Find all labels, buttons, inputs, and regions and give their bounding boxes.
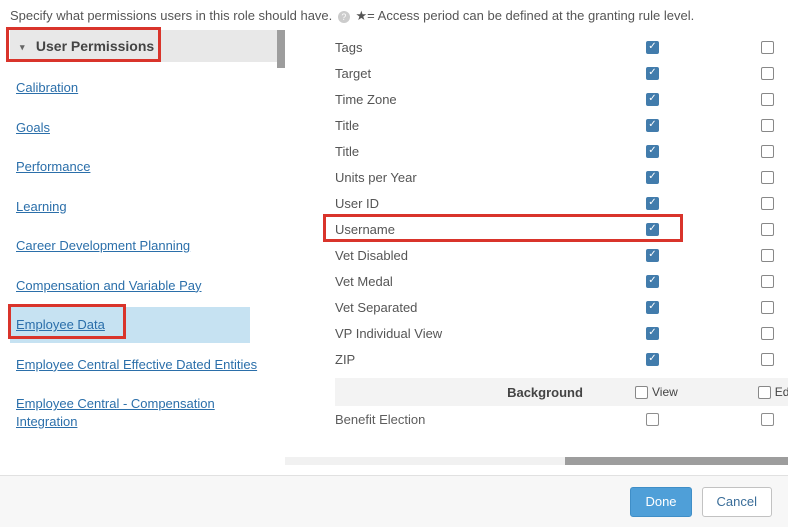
cancel-button-label: Cancel (717, 494, 757, 509)
done-button-label: Done (645, 494, 676, 509)
perm-view-checkbox[interactable] (646, 41, 659, 54)
perm-edit-checkbox[interactable] (761, 249, 774, 262)
perm-view-checkbox[interactable] (646, 119, 659, 132)
perm-edit-checkbox[interactable] (761, 327, 774, 340)
perm-row: Title (335, 112, 788, 138)
perm-label: User ID (335, 196, 635, 211)
perm-row: Vet Disabled (335, 242, 788, 268)
perm-view-checkbox[interactable] (646, 171, 659, 184)
perm-row: VP Individual View (335, 320, 788, 346)
perm-view-checkbox[interactable] (646, 223, 659, 236)
perm-row: User ID (335, 190, 788, 216)
sidebar-header[interactable]: ▾ User Permissions (10, 30, 285, 62)
helper-text: Specify what permissions users in this r… (0, 0, 788, 30)
help-icon[interactable]: ? (338, 11, 350, 23)
perm-label: ZIP (335, 352, 635, 367)
perm-view-checkbox[interactable] (646, 413, 659, 426)
cancel-button[interactable]: Cancel (702, 487, 772, 517)
sidebar-item-employee-central-effective-dated-entities[interactable]: Employee Central Effective Dated Entitie… (10, 347, 285, 383)
perm-label: Units per Year (335, 170, 635, 185)
perm-edit-checkbox[interactable] (761, 301, 774, 314)
perm-label: Title (335, 118, 635, 133)
perm-edit-checkbox[interactable] (761, 145, 774, 158)
horizontal-scrollbar-thumb[interactable] (565, 457, 788, 465)
horizontal-scrollbar-track[interactable] (285, 457, 788, 465)
perm-label: Tags (335, 40, 635, 55)
perm-row: Title (335, 138, 788, 164)
perm-edit-checkbox[interactable] (761, 413, 774, 426)
perm-label: Vet Disabled (335, 248, 635, 263)
perm-view-checkbox[interactable] (646, 197, 659, 210)
sidebar-item-compensation-and-variable-pay[interactable]: Compensation and Variable Pay (10, 268, 285, 304)
perm-row: ZIP (335, 346, 788, 372)
perm-edit-checkbox[interactable] (761, 223, 774, 236)
chevron-down-icon: ▾ (20, 42, 30, 53)
sidebar-item-career-development-planning[interactable]: Career Development Planning (10, 228, 285, 264)
perm-view-checkbox[interactable] (646, 249, 659, 262)
perm-row: Vet Medal (335, 268, 788, 294)
perm-label: Time Zone (335, 92, 635, 107)
done-button[interactable]: Done (630, 487, 691, 517)
sidebar: ▾ User Permissions Calibration GoalsPerfo… (0, 30, 285, 465)
perm-row: Time Zone (335, 86, 788, 112)
sidebar-item-calibration[interactable]: Calibration (10, 70, 285, 106)
perm-label: Target (335, 66, 635, 81)
helper-text-intro: Specify what permissions users in this r… (10, 8, 332, 23)
sidebar-scrollbar[interactable] (277, 30, 285, 68)
section-col1-label: View (652, 385, 678, 399)
sidebar-item-learning[interactable]: Learning (10, 189, 285, 225)
section-title: Background (335, 385, 635, 400)
perm-edit-checkbox[interactable] (761, 275, 774, 288)
sidebar-item-employee-data[interactable]: Employee Data (10, 307, 250, 343)
perm-label: Benefit Election (335, 412, 635, 427)
perm-row: Target (335, 60, 788, 86)
footer: Done Cancel (0, 475, 788, 527)
perm-view-checkbox[interactable] (646, 353, 659, 366)
helper-star-note: ★= Access period can be defined at the g… (356, 8, 695, 23)
perm-row: Username (335, 216, 788, 242)
sidebar-item-performance[interactable]: Performance (10, 149, 285, 185)
permissions-panel: Tags Target Time Zone Title Title Units per Y… (285, 30, 788, 465)
perm-view-checkbox[interactable] (646, 327, 659, 340)
perm-row: Units per Year (335, 164, 788, 190)
perm-edit-checkbox[interactable] (761, 93, 774, 106)
section-edit-all-checkbox[interactable] (758, 386, 771, 399)
perm-edit-checkbox[interactable] (761, 119, 774, 132)
perm-view-checkbox[interactable] (646, 275, 659, 288)
perm-label: VP Individual View (335, 326, 635, 341)
perm-edit-checkbox[interactable] (761, 353, 774, 366)
sidebar-item-employee-central-compensation-integration[interactable]: Employee Central - Compensation Integrat… (10, 386, 285, 439)
perm-label: Vet Medal (335, 274, 635, 289)
perm-view-checkbox[interactable] (646, 93, 659, 106)
perm-row-benefit-election: Benefit Election (335, 406, 788, 432)
perm-label: Username (335, 222, 635, 237)
perm-edit-checkbox[interactable] (761, 67, 774, 80)
sidebar-item-goals[interactable]: Goals (10, 110, 285, 146)
perm-label: Vet Separated (335, 300, 635, 315)
section-header-background: Background View Edit (335, 378, 788, 406)
perm-edit-checkbox[interactable] (761, 41, 774, 54)
perm-view-checkbox[interactable] (646, 301, 659, 314)
section-view-all-checkbox[interactable] (635, 386, 648, 399)
perm-row: Vet Separated (335, 294, 788, 320)
perm-view-checkbox[interactable] (646, 145, 659, 158)
perm-view-checkbox[interactable] (646, 67, 659, 80)
perm-row: Tags (335, 34, 788, 60)
sidebar-header-label: User Permissions (36, 38, 154, 54)
perm-edit-checkbox[interactable] (761, 197, 774, 210)
perm-edit-checkbox[interactable] (761, 171, 774, 184)
perm-label: Title (335, 144, 635, 159)
section-col2-label: Edit (775, 385, 788, 399)
